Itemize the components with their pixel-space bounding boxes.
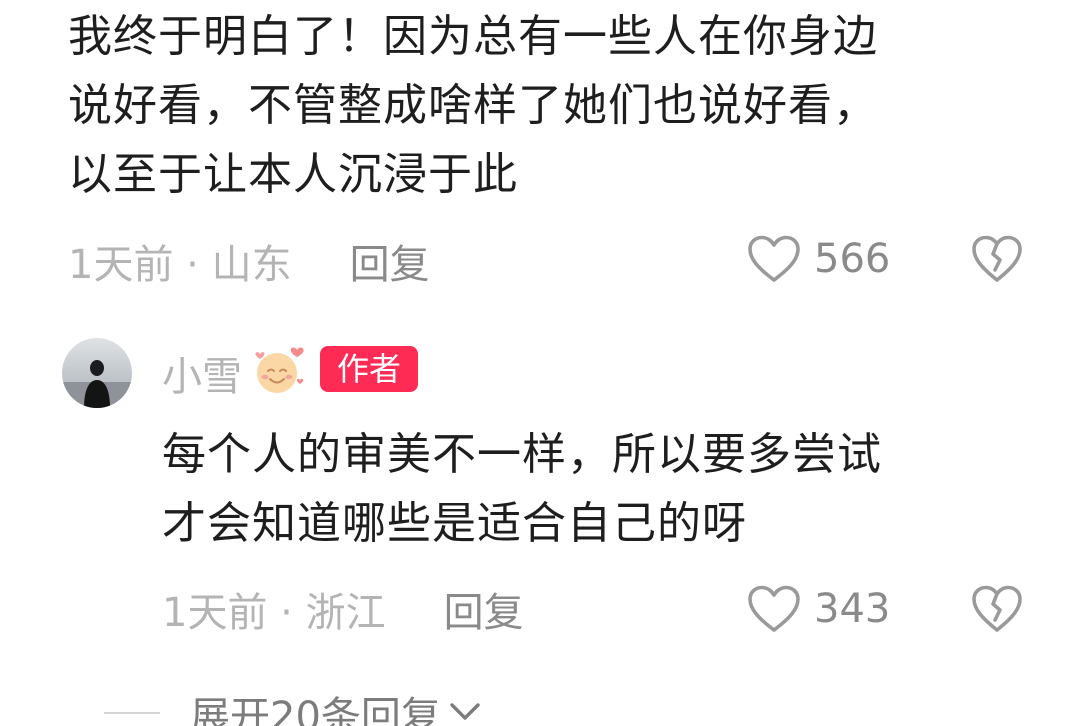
like-count: 566: [814, 236, 891, 282]
reply-button[interactable]: 回复: [444, 580, 524, 638]
broken-heart-icon: [970, 585, 1024, 638]
comment-text-line: 说好看，不管整成啥样了她们也说好看，: [68, 80, 878, 131]
like-button[interactable]: 343: [746, 584, 890, 634]
chevron-down-icon: [441, 690, 483, 726]
comment-meta: 1天前 · 山东 回复: [68, 236, 430, 288]
dislike-button[interactable]: [970, 234, 1024, 284]
comment-text-line: 我终于明白了！因为总有一些人在你身边: [68, 11, 878, 62]
username[interactable]: 小雪: [162, 344, 242, 402]
reply-text-line: 每个人的审美不一样，所以要多尝试: [162, 429, 882, 480]
comment-time-location: 1天前 · 山东: [68, 242, 292, 288]
divider: [104, 712, 160, 714]
reply-meta: 1天前 · 浙江 回复: [162, 584, 524, 636]
like-button[interactable]: 566: [746, 234, 890, 284]
reply-text-line: 才会知道哪些是适合自己的呀: [162, 498, 747, 549]
like-count: 343: [814, 586, 891, 632]
avatar[interactable]: [62, 338, 132, 408]
reply-time-location: 1天前 · 浙江: [162, 590, 386, 636]
broken-heart-icon: [970, 235, 1024, 288]
expand-replies-button[interactable]: 展开20条回复: [190, 688, 483, 726]
comment-text-line: 以至于让本人沉浸于此: [68, 149, 518, 200]
heart-icon: [746, 584, 802, 634]
comment-thread: 我终于明白了！因为总有一些人在你身边 说好看，不管整成啥样了她们也说好看， 以至…: [0, 0, 1092, 726]
author-badge: 作者: [320, 346, 418, 392]
heart-icon: [746, 234, 802, 284]
dislike-button[interactable]: [970, 584, 1024, 634]
reply-button[interactable]: 回复: [350, 232, 430, 290]
expand-replies-label: 展开20条回复: [190, 694, 441, 726]
smiling-face-with-hearts-icon: [252, 344, 306, 396]
